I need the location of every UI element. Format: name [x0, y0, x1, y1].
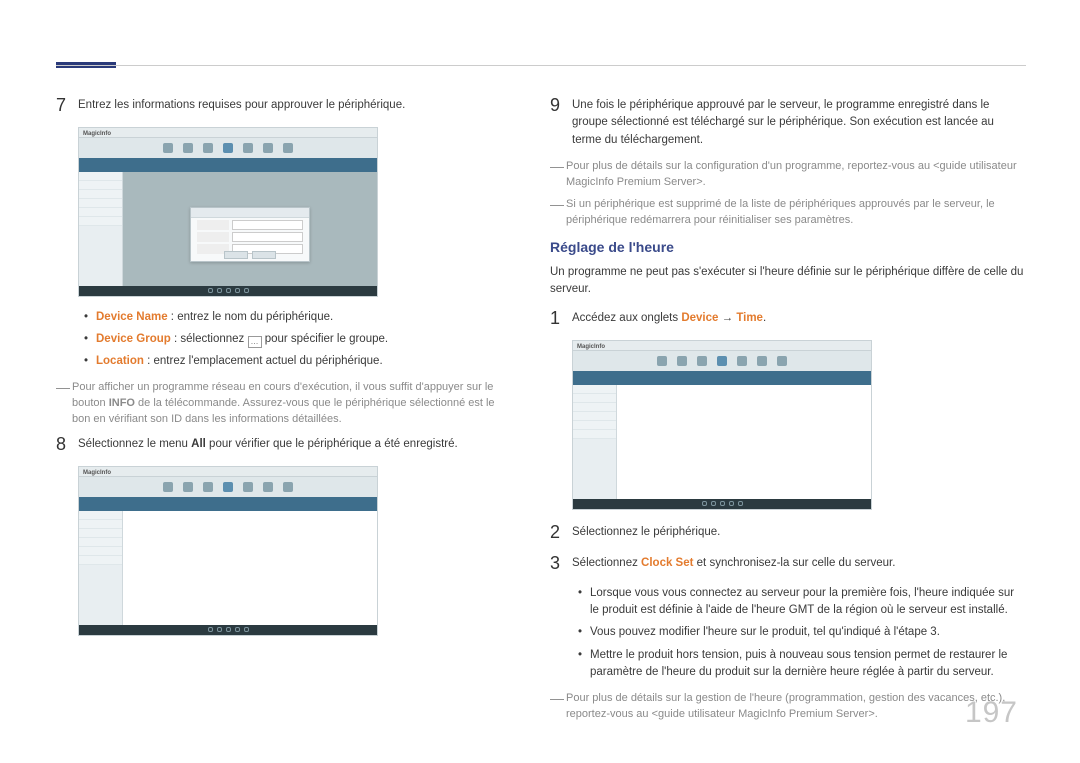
note-text: Si un périphérique est supprimé de la li…	[566, 197, 1026, 229]
label-location: Location	[96, 355, 144, 367]
bullet-modify-time: Vous pouvez modifier l'heure sur le prod…	[578, 624, 1026, 641]
left-column: 7 Entrez les informations requises pour …	[56, 95, 506, 648]
step-number: 7	[56, 95, 78, 117]
note-text: Pour afficher un programme réseau en cou…	[72, 380, 506, 428]
bullet-power-cycle: Mettre le produit hors tension, puis à n…	[578, 647, 1026, 682]
note-device-removed: ― Si un périphérique est supprimé de la …	[550, 197, 1026, 229]
step-8: 8 Sélectionnez le menu All pour vérifier…	[56, 434, 506, 456]
note-time-management: ― Pour plus de détails sur la gestion de…	[550, 691, 1026, 723]
step-number: 2	[550, 522, 572, 544]
header-rule	[56, 65, 1026, 66]
step-text: Sélectionnez le menu All pour vérifier q…	[78, 434, 506, 456]
note-dash: ―	[550, 159, 566, 191]
note-text: Pour plus de détails sur la configuratio…	[566, 159, 1026, 191]
step-number: 8	[56, 434, 78, 456]
note-dash: ―	[550, 691, 566, 723]
bullet-first-connect: Lorsque vous vous connectez au serveur p…	[578, 585, 1026, 620]
step-text: Sélectionnez Clock Set et synchronisez-l…	[572, 553, 1026, 575]
note-info-button: ― Pour afficher un programme réseau en c…	[56, 380, 506, 428]
bullet-device-name: Device Name : entrez le nom du périphéri…	[84, 309, 506, 326]
step-text: Entrez les informations requises pour ap…	[78, 95, 506, 117]
step-text: Sélectionnez le périphérique.	[572, 522, 1026, 544]
screenshot-all-list: MagicInfo	[78, 466, 378, 636]
note-text: Pour plus de détails sur la gestion de l…	[566, 691, 1026, 723]
note-dash: ―	[56, 380, 72, 428]
step-number: 3	[550, 553, 572, 575]
step-text: Accédez aux onglets Device → Time.	[572, 308, 1026, 330]
label-device-group: Device Group	[96, 333, 171, 345]
step-text: Une fois le périphérique approuvé par le…	[572, 95, 1026, 149]
page-number: 197	[965, 690, 1018, 735]
step-9: 9 Une fois le périphérique approuvé par …	[550, 95, 1026, 149]
subheading-time-setting: Réglage de l'heure	[550, 237, 1026, 258]
right-column: 9 Une fois le périphérique approuvé par …	[550, 95, 1026, 729]
bullet-device-group: Device Group : sélectionnez … pour spéci…	[84, 331, 506, 348]
step-1: 1 Accédez aux onglets Device → Time.	[550, 308, 1026, 330]
label-device-name: Device Name	[96, 311, 168, 323]
subhead-intro: Un programme ne peut pas s'exécuter si l…	[550, 264, 1026, 299]
field-descriptions: Device Name : entrez le nom du périphéri…	[84, 309, 506, 371]
note-dash: ―	[550, 197, 566, 229]
bullet-location: Location : entrez l'emplacement actuel d…	[84, 353, 506, 370]
step-number: 1	[550, 308, 572, 330]
step3-bullets: Lorsque vous vous connectez au serveur p…	[578, 585, 1026, 681]
screenshot-device-time: MagicInfo	[572, 340, 872, 510]
screenshot-approve-device: MagicInfo	[78, 127, 378, 297]
step-number: 9	[550, 95, 572, 149]
note-config-program: ― Pour plus de détails sur la configurat…	[550, 159, 1026, 191]
step-7: 7 Entrez les informations requises pour …	[56, 95, 506, 117]
step-3: 3 Sélectionnez Clock Set et synchronisez…	[550, 553, 1026, 575]
step-2: 2 Sélectionnez le périphérique.	[550, 522, 1026, 544]
approve-dialog	[190, 207, 310, 262]
browse-icon: …	[248, 336, 262, 348]
